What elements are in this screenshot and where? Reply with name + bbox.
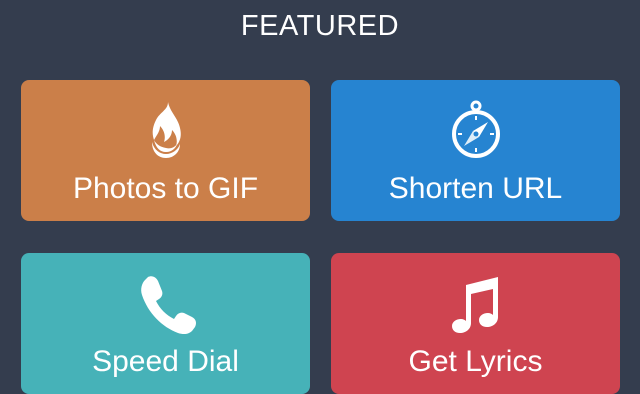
tile-label: Speed Dial bbox=[92, 345, 239, 378]
tile-label: Get Lyrics bbox=[408, 345, 543, 378]
tile-label: Shorten URL bbox=[388, 172, 563, 205]
tile-shorten-url[interactable]: Shorten URL bbox=[331, 80, 620, 221]
compass-icon bbox=[451, 100, 500, 158]
tile-speed-dial[interactable]: Speed Dial bbox=[21, 253, 310, 394]
phone-icon bbox=[140, 276, 196, 335]
music-note-icon bbox=[451, 277, 498, 333]
section-title: FEATURED bbox=[240, 9, 400, 42]
section-header: FEATURED bbox=[0, 0, 640, 52]
tile-get-lyrics[interactable]: Get Lyrics bbox=[331, 253, 620, 394]
flame-icon bbox=[151, 102, 181, 158]
tile-photos-to-gif[interactable]: Photos to GIF bbox=[21, 80, 310, 221]
tile-label: Photos to GIF bbox=[72, 172, 259, 205]
